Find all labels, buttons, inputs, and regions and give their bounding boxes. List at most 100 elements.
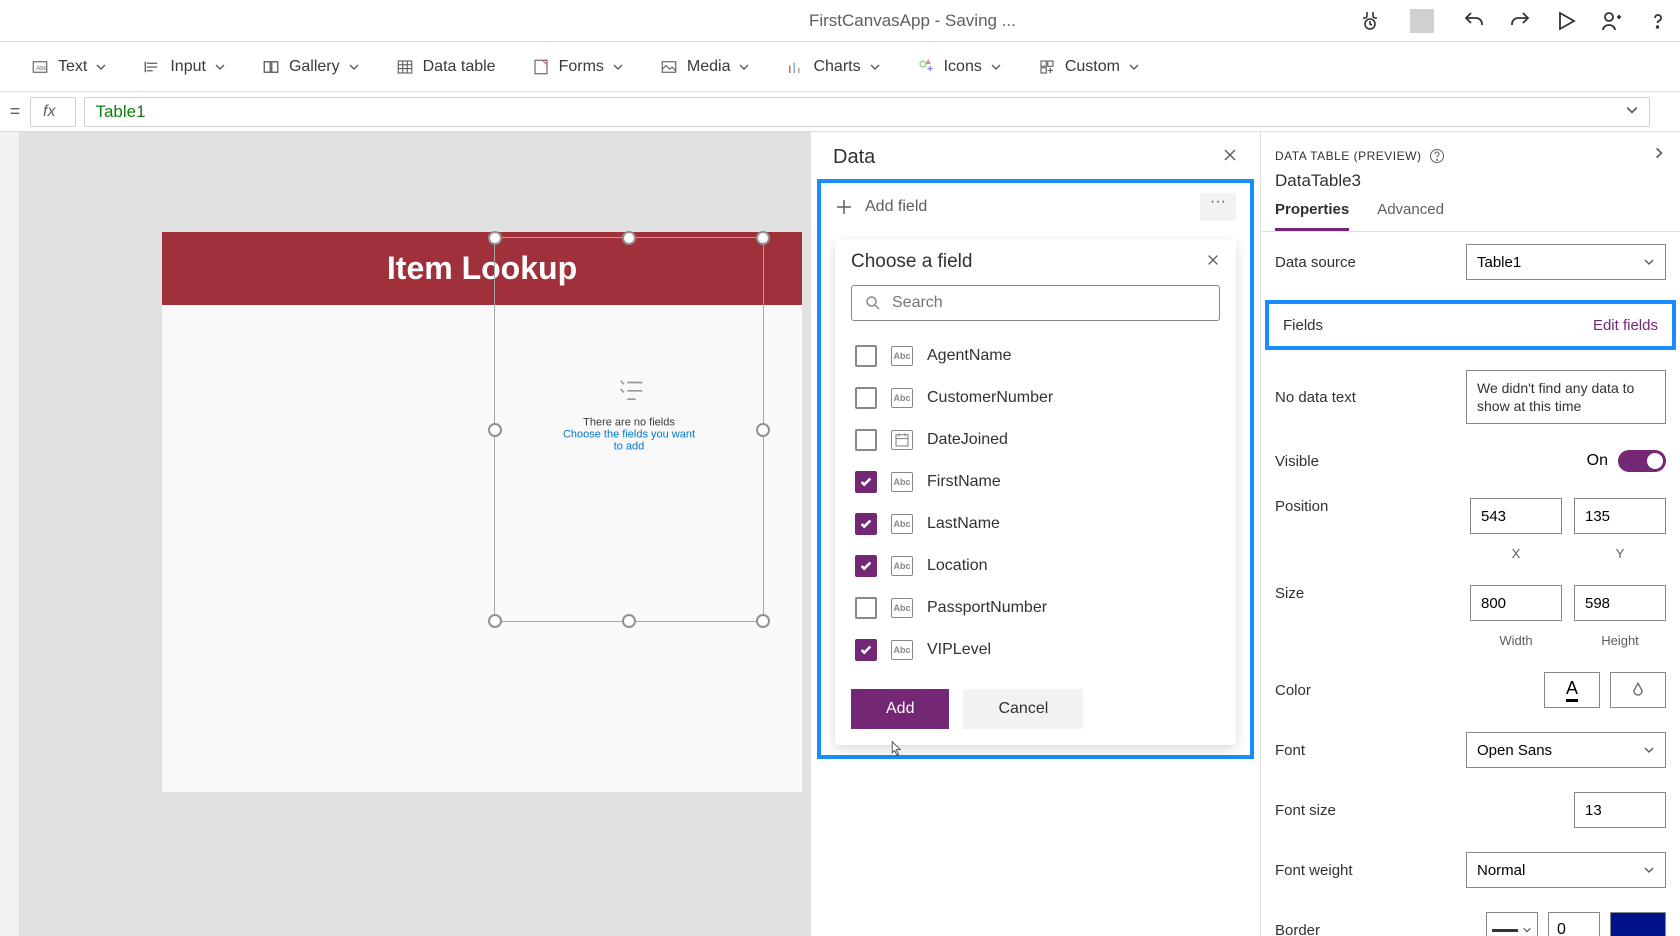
visible-toggle[interactable]: On <box>1587 450 1666 472</box>
field-label: VIPLevel <box>927 641 991 659</box>
app-title: FirstCanvasApp - Saving ... <box>809 11 1016 31</box>
text-type-icon: Abc <box>891 640 913 660</box>
ribbon-gallery[interactable]: Gallery <box>261 57 360 77</box>
field-label: Location <box>927 557 988 575</box>
field-item[interactable]: Abc PassportNumber <box>851 587 1220 629</box>
field-item[interactable]: DateJoined <box>851 419 1220 461</box>
chevron-down-icon <box>1128 58 1140 76</box>
more-icon[interactable]: ··· <box>1200 193 1236 221</box>
close-icon[interactable] <box>1206 253 1220 272</box>
field-label: FirstName <box>927 473 1001 491</box>
cancel-button[interactable]: Cancel <box>963 689 1083 729</box>
data-source-dropdown[interactable]: Table1 <box>1466 244 1666 280</box>
play-icon[interactable] <box>1554 9 1578 33</box>
ribbon-datatable[interactable]: Data table <box>395 57 496 77</box>
text-type-icon: Abc <box>891 598 913 618</box>
resize-handle[interactable] <box>756 614 770 628</box>
chevron-down-icon <box>869 58 881 76</box>
field-item[interactable]: Abc VIPLevel <box>851 629 1220 671</box>
resize-handle[interactable] <box>488 423 502 437</box>
calendar-icon <box>891 430 913 450</box>
field-label: PassportNumber <box>927 599 1047 617</box>
resize-handle[interactable] <box>756 423 770 437</box>
chevron-down-icon <box>990 58 1002 76</box>
resize-handle[interactable] <box>756 231 770 245</box>
no-data-text-input[interactable]: We didn't find any data to show at this … <box>1466 370 1666 424</box>
health-icon[interactable] <box>1358 9 1382 33</box>
add-button[interactable]: Add <box>851 689 949 729</box>
empty-state: There are no fields Choose the fields yo… <box>562 368 696 453</box>
share-icon[interactable] <box>1600 9 1624 33</box>
search-input[interactable] <box>851 285 1220 321</box>
ribbon-custom[interactable]: Custom <box>1037 57 1140 77</box>
insert-ribbon: AbcText Input Gallery Data table Forms M… <box>0 42 1680 92</box>
checkbox[interactable] <box>855 597 877 619</box>
field-item[interactable]: AbcFirstName <box>851 461 1220 503</box>
fill-color-button[interactable] <box>1610 672 1666 708</box>
field-label: CustomerNumber <box>927 389 1053 407</box>
help-icon[interactable] <box>1646 9 1670 33</box>
position-y-input[interactable]: 135 <box>1574 498 1666 534</box>
size-width-input[interactable]: 800 <box>1470 585 1562 621</box>
field-label: AgentName <box>927 347 1012 365</box>
fontweight-dropdown[interactable]: Normal <box>1466 852 1666 888</box>
formula-input[interactable]: Table1 <box>84 97 1650 127</box>
svg-text:Abc: Abc <box>36 66 46 72</box>
datatable-selection[interactable]: There are no fields Choose the fields yo… <box>494 237 764 622</box>
checkbox[interactable] <box>855 387 877 409</box>
tab-advanced[interactable]: Advanced <box>1377 201 1444 231</box>
resize-handle[interactable] <box>488 231 502 245</box>
data-panel: Data Add field ··· Choose a field <box>810 132 1260 936</box>
checkbox[interactable] <box>855 345 877 367</box>
checkbox[interactable] <box>855 471 877 493</box>
checkbox[interactable] <box>855 429 877 451</box>
field-item[interactable]: Abc CustomerNumber <box>851 377 1220 419</box>
resize-handle[interactable] <box>622 231 636 245</box>
text-type-icon: Abc <box>891 388 913 408</box>
font-color-button[interactable]: A <box>1544 672 1600 708</box>
ribbon-media[interactable]: Media <box>659 57 751 77</box>
border-color-button[interactable] <box>1610 912 1666 936</box>
ribbon-charts[interactable]: Charts <box>785 57 880 77</box>
field-item[interactable]: Abc AgentName <box>851 335 1220 377</box>
label-color: Color <box>1275 682 1311 699</box>
checkbox[interactable] <box>855 639 877 661</box>
size-height-input[interactable]: 598 <box>1574 585 1666 621</box>
chevron-down-icon <box>214 58 226 76</box>
ribbon-input[interactable]: Input <box>142 57 226 77</box>
text-type-icon: Abc <box>891 514 913 534</box>
ribbon-forms[interactable]: Forms <box>531 57 624 77</box>
checkbox[interactable] <box>855 555 877 577</box>
border-width-input[interactable]: 0 <box>1548 912 1600 936</box>
ribbon-icons[interactable]: Icons <box>916 57 1002 77</box>
close-icon[interactable] <box>1222 147 1238 168</box>
field-item[interactable]: AbcLastName <box>851 503 1220 545</box>
chevron-down-icon <box>738 58 750 76</box>
chevron-right-icon[interactable] <box>1652 146 1666 165</box>
label-fontweight: Font weight <box>1275 862 1353 879</box>
resize-handle[interactable] <box>622 614 636 628</box>
field-label: DateJoined <box>927 431 1008 449</box>
fontsize-input[interactable]: 13 <box>1574 792 1666 828</box>
field-item[interactable]: Abc Location <box>851 545 1220 587</box>
text-type-icon: Abc <box>891 346 913 366</box>
checkbox[interactable] <box>855 513 877 535</box>
add-field-button[interactable]: Add field <box>835 198 927 216</box>
redo-icon[interactable] <box>1508 9 1532 33</box>
text-type-icon: Abc <box>891 556 913 576</box>
tab-properties[interactable]: Properties <box>1275 201 1349 231</box>
screen-artboard: Item Lookup There are no fields Choose t… <box>162 232 802 792</box>
edit-fields-link[interactable]: Edit fields <box>1593 317 1658 334</box>
ribbon-text[interactable]: AbcText <box>30 57 107 77</box>
canvas[interactable]: Item Lookup There are no fields Choose t… <box>20 132 810 936</box>
equals-label: = <box>0 101 30 122</box>
border-style-dropdown[interactable] <box>1486 912 1538 936</box>
font-dropdown[interactable]: Open Sans <box>1466 732 1666 768</box>
undo-icon[interactable] <box>1462 9 1486 33</box>
label-fields: Fields <box>1283 317 1323 334</box>
fx-selector[interactable]: fx <box>30 97 76 127</box>
label-border: Border <box>1275 922 1320 936</box>
position-x-input[interactable]: 543 <box>1470 498 1562 534</box>
data-panel-title: Data <box>833 146 875 169</box>
resize-handle[interactable] <box>488 614 502 628</box>
